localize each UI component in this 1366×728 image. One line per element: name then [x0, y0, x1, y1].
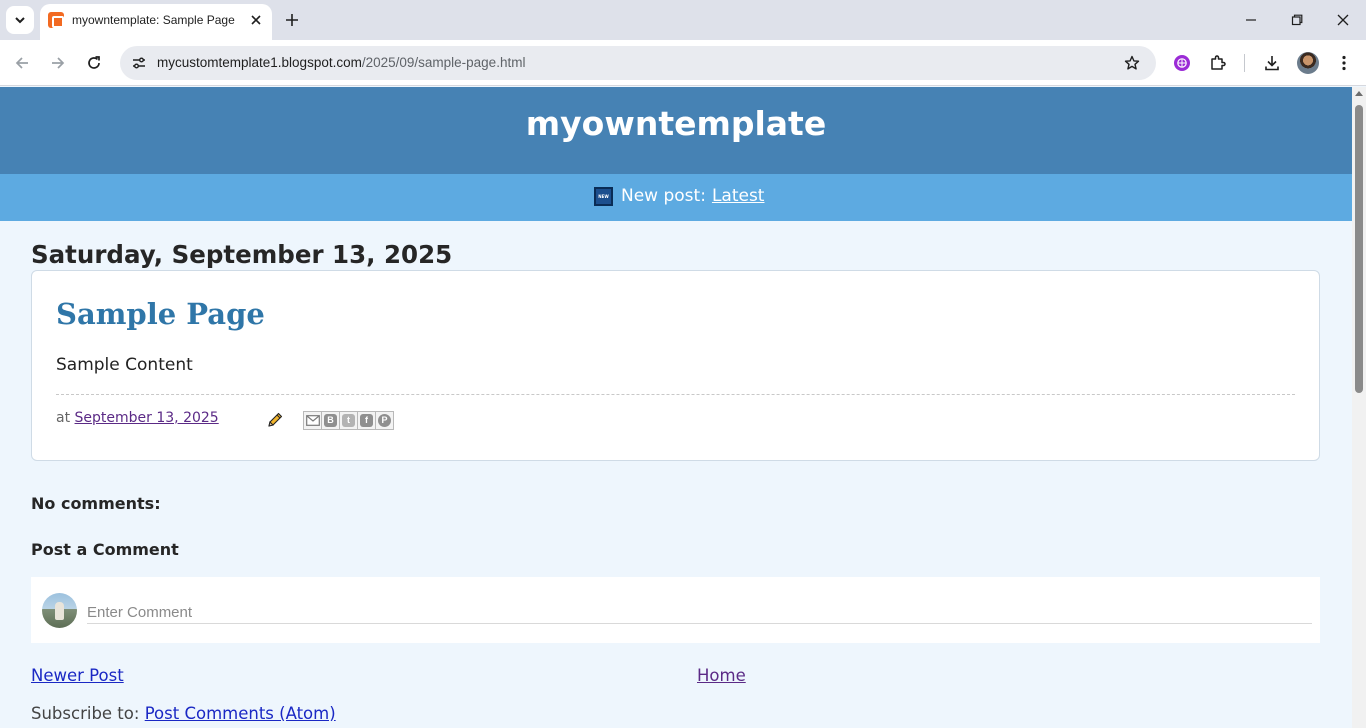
- share-pinterest-button[interactable]: P: [375, 411, 394, 430]
- pinterest-icon: P: [378, 414, 391, 427]
- url-host: mycustomtemplate1.blogspot.com: [157, 55, 362, 70]
- edit-pencil-icon[interactable]: [266, 411, 284, 429]
- arrow-left-icon: [15, 57, 28, 69]
- scrollbar-thumb[interactable]: [1355, 105, 1363, 393]
- home-link[interactable]: Home: [697, 666, 746, 685]
- tab-search-button[interactable]: [6, 6, 34, 34]
- browser-tab[interactable]: myowntemplate: Sample Page: [40, 4, 272, 40]
- announcement-bar: New post: Latest: [0, 174, 1352, 221]
- url-path: /2025/09/sample-page.html: [361, 55, 526, 70]
- share-buttons: B t f P: [303, 411, 394, 430]
- blogger-icon: B: [324, 414, 337, 427]
- minimize-icon: [1246, 19, 1256, 21]
- bookmark-button[interactable]: [1122, 53, 1142, 73]
- post-footer: at September 13, 2025: [56, 410, 219, 426]
- email-icon: [305, 415, 320, 426]
- toolbar-divider: [1244, 54, 1245, 72]
- extension-globe-icon: [1174, 55, 1190, 71]
- browser-menu-button[interactable]: [1333, 52, 1355, 74]
- restore-button[interactable]: [1283, 8, 1311, 32]
- window-close-button[interactable]: [1329, 8, 1357, 32]
- reload-icon: [88, 56, 100, 69]
- page-scrollbar[interactable]: [1352, 87, 1366, 728]
- post-body: Sample Content: [56, 355, 193, 375]
- forward-button[interactable]: [45, 50, 71, 76]
- post-timestamp-link[interactable]: September 13, 2025: [75, 410, 219, 426]
- close-icon: [1337, 14, 1349, 26]
- browser-toolbar: mycustomtemplate1.blogspot.com/2025/09/s…: [0, 40, 1366, 86]
- page-viewport: myowntemplate New post: Latest Saturday,…: [0, 87, 1352, 728]
- share-facebook-button[interactable]: f: [357, 411, 376, 430]
- comments-count-heading: No comments:: [31, 494, 161, 513]
- new-badge-icon: [594, 186, 613, 206]
- subscribe-prefix: Subscribe to:: [31, 704, 140, 723]
- facebook-icon: f: [360, 414, 373, 427]
- twitter-icon: t: [342, 414, 355, 427]
- tune-icon: [133, 57, 145, 69]
- newer-post-link[interactable]: Newer Post: [31, 666, 124, 685]
- share-twitter-button[interactable]: t: [339, 411, 358, 430]
- announcement-prefix: New post:: [621, 186, 706, 206]
- blogger-favicon-icon: [48, 12, 64, 28]
- reload-button[interactable]: [81, 50, 107, 76]
- comment-form: [31, 577, 1320, 643]
- url-text[interactable]: mycustomtemplate1.blogspot.com/2025/09/s…: [157, 55, 525, 70]
- post-comments-atom-link[interactable]: Post Comments (Atom): [145, 704, 336, 723]
- share-email-button[interactable]: [303, 411, 322, 430]
- chevron-down-icon: [15, 17, 25, 24]
- puzzle-icon: [1211, 55, 1226, 70]
- restore-icon: [1291, 14, 1303, 26]
- comment-input[interactable]: [87, 593, 1312, 624]
- back-button[interactable]: [9, 50, 35, 76]
- commenter-avatar: [42, 593, 77, 628]
- star-icon: [1124, 55, 1140, 70]
- tab-title: myowntemplate: Sample Page: [72, 13, 235, 27]
- plus-icon: [286, 14, 298, 26]
- arrow-right-icon: [52, 57, 65, 69]
- post-footer-prefix: at: [56, 410, 71, 426]
- post-card: Sample Page Sample Content at September …: [31, 270, 1320, 461]
- downloads-button[interactable]: [1261, 52, 1283, 74]
- post-title: Sample Page: [56, 297, 265, 331]
- site-info-button[interactable]: [128, 52, 150, 74]
- download-icon: [1265, 56, 1279, 71]
- latest-post-link[interactable]: Latest: [712, 186, 765, 206]
- post-comment-heading: Post a Comment: [31, 540, 179, 559]
- address-bar[interactable]: mycustomtemplate1.blogspot.com/2025/09/s…: [120, 46, 1156, 80]
- blog-header: myowntemplate: [0, 87, 1352, 174]
- minimize-button[interactable]: [1237, 8, 1265, 32]
- tab-close-button[interactable]: [246, 10, 266, 30]
- date-header: Saturday, September 13, 2025: [31, 240, 453, 269]
- extension-button[interactable]: [1171, 52, 1193, 74]
- close-icon: [251, 15, 261, 25]
- subscribe-line: Subscribe to: Post Comments (Atom): [31, 704, 336, 723]
- extensions-button[interactable]: [1207, 52, 1229, 74]
- post-divider: [56, 394, 1295, 395]
- blog-title[interactable]: myowntemplate: [0, 104, 1352, 143]
- share-blogger-button[interactable]: B: [321, 411, 340, 430]
- more-vertical-icon: [1342, 55, 1346, 71]
- profile-avatar[interactable]: [1297, 52, 1319, 74]
- browser-tab-bar: myowntemplate: Sample Page: [0, 0, 1366, 40]
- scroll-up-arrow-icon[interactable]: [1355, 91, 1363, 96]
- new-tab-button[interactable]: [282, 10, 302, 30]
